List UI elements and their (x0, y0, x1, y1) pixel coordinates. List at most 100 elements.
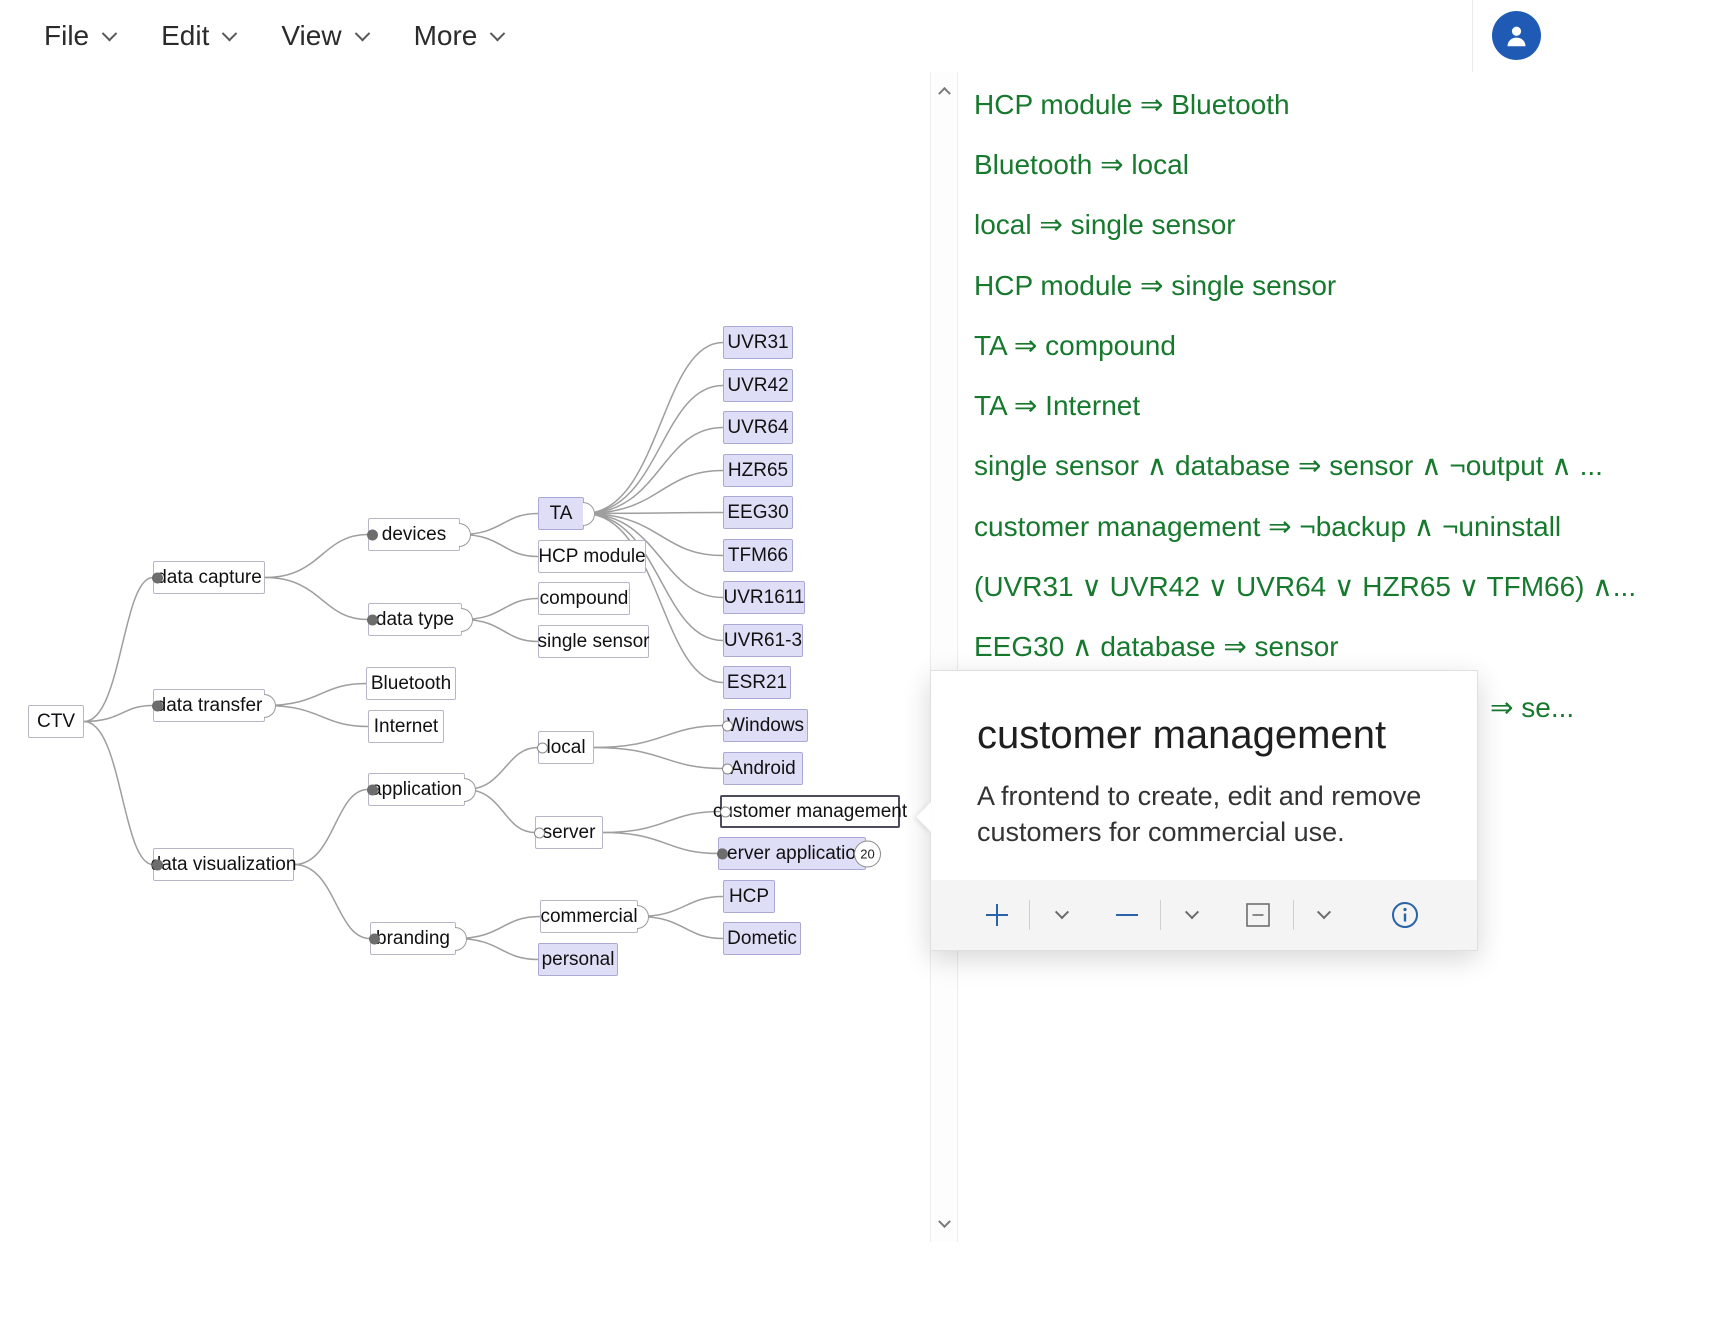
menu-more[interactable]: More (413, 20, 506, 52)
feature-node-branding[interactable]: branding (369, 922, 467, 955)
feature-label: CTV (37, 710, 75, 732)
feature-label: Windows (726, 714, 805, 736)
feature-node-data-visualization[interactable]: data visualization (150, 848, 297, 881)
edge-data-transfer-internet (264, 704, 369, 728)
feature-node-tfm66[interactable]: TFM66 (723, 539, 793, 572)
edge-server-customer-management (602, 810, 721, 834)
feature-node-server[interactable]: server (534, 816, 603, 849)
plus-icon (986, 904, 1008, 926)
info-icon (1392, 902, 1418, 928)
scroll-up-button[interactable] (931, 76, 957, 104)
feature-node-hzr65[interactable]: HZR65 (723, 454, 793, 487)
constraint-item[interactable]: customer management ⇒ ¬backup ∧ ¬uninsta… (974, 496, 1712, 556)
feature-node-devices[interactable]: devices (367, 518, 471, 551)
optional-icon (534, 827, 545, 838)
remove-feature-dropdown[interactable] (1161, 905, 1223, 920)
edge-branding-commercial (455, 915, 541, 940)
feature-label: UVR1611 (723, 586, 805, 608)
edge-ctv-data-transfer (83, 704, 154, 723)
remove-feature-button[interactable] (1094, 900, 1160, 930)
menu-edit[interactable]: Edit (161, 20, 238, 52)
feature-node-compound[interactable]: compound (538, 582, 630, 615)
edge-layer (83, 341, 724, 961)
feature-label: Dometic (727, 927, 797, 949)
info-button[interactable] (1379, 900, 1431, 930)
constraint-item[interactable]: local ⇒ single sensor (974, 195, 1712, 255)
feature-node-data-transfer[interactable]: data transfer (152, 689, 276, 722)
feature-label: application (371, 778, 462, 800)
user-avatar[interactable] (1492, 11, 1541, 60)
mandatory-icon (152, 572, 163, 583)
feature-node-windows[interactable]: Windows (722, 709, 808, 742)
feature-node-esr21[interactable]: ESR21 (723, 666, 791, 699)
collapse-dropdown[interactable] (1294, 905, 1354, 920)
feature-node-personal[interactable]: personal (538, 943, 618, 976)
feature-label: server application (717, 842, 867, 864)
feature-label: personal (541, 948, 615, 970)
feature-node-uvr1611[interactable]: UVR1611 (723, 581, 805, 614)
edge-server-server-application (602, 831, 719, 855)
add-feature-button[interactable] (965, 900, 1029, 930)
feature-label: UVR61-3 (723, 629, 803, 651)
edge-data-type-compound (461, 597, 539, 621)
feature-node-android[interactable]: Android (722, 752, 803, 785)
constraint-item[interactable]: EEG30 ∧ database ⇒ sensor (974, 617, 1712, 677)
feature-node-server-application[interactable]: server application 20 (717, 837, 881, 870)
edge-devices-ta (459, 512, 539, 536)
mandatory-icon (717, 848, 728, 859)
constraint-item[interactable]: TA ⇒ compound (974, 315, 1712, 375)
edge-data-visualization-application (293, 788, 369, 866)
feature-label: HCP module (538, 545, 646, 567)
collapsed-count-badge[interactable]: 20 (854, 840, 881, 867)
feature-label: TFM66 (727, 544, 789, 566)
feature-node-hcp[interactable]: HCP (723, 880, 775, 913)
feature-node-ctv[interactable]: CTV (28, 705, 84, 738)
feature-label: devices (381, 523, 447, 545)
edge-local-android (593, 746, 724, 770)
add-feature-dropdown[interactable] (1030, 905, 1094, 920)
feature-node-local[interactable]: local (537, 731, 594, 764)
feature-node-uvr42[interactable]: UVR42 (723, 369, 793, 402)
feature-node-uvr31[interactable]: UVR31 (723, 326, 793, 359)
diagram-canvas[interactable]: CTV data capture data transfer data visuali… (0, 72, 930, 1344)
feature-node-ta[interactable]: TA (538, 497, 595, 530)
edge-data-visualization-branding (293, 863, 371, 940)
constraint-item[interactable]: single sensor ∧ database ⇒ sensor ∧ ¬out… (974, 436, 1712, 496)
feature-label: customer management (712, 800, 908, 822)
edge-local-windows (593, 724, 724, 749)
tooltip-description: A frontend to create, edit and remove cu… (977, 781, 1422, 847)
menu-view[interactable]: View (281, 20, 370, 52)
feature-node-application[interactable]: application (367, 773, 476, 806)
constraint-item[interactable]: Bluetooth ⇒ local (974, 134, 1712, 194)
constraint-item[interactable]: TA ⇒ Internet (974, 375, 1712, 435)
scroll-down-button[interactable] (931, 1210, 957, 1238)
menu-file[interactable]: File (44, 20, 118, 52)
optional-icon (722, 720, 733, 731)
feature-node-internet[interactable]: Internet (368, 710, 444, 743)
edge-commercial-hcp (637, 895, 724, 918)
feature-node-bluetooth[interactable]: Bluetooth (366, 667, 456, 700)
collapse-button[interactable] (1223, 902, 1293, 928)
constraint-item[interactable]: (UVR31 ∨ UVR42 ∨ UVR64 ∨ HZR65 ∨ TFM66) … (974, 556, 1712, 616)
feature-node-eeg30[interactable]: EEG30 (723, 496, 793, 529)
feature-node-commercial[interactable]: commercial (540, 900, 649, 933)
feature-node-customer-management[interactable]: customer management (713, 795, 907, 828)
feature-node-uvr64[interactable]: UVR64 (723, 411, 793, 444)
edge-data-transfer-bluetooth (264, 682, 367, 707)
menu-file-label: File (44, 20, 90, 51)
constraint-item[interactable]: HCP module ⇒ single sensor (974, 255, 1712, 315)
chevron-down-icon (101, 25, 118, 41)
constraint-item[interactable]: HCP module ⇒ Bluetooth (974, 74, 1712, 134)
feature-node-hcp-module[interactable]: HCP module (538, 540, 646, 573)
feature-node-dometic[interactable]: Dometic (723, 922, 801, 955)
edge-data-capture-data-type (264, 576, 369, 621)
feature-label: data visualization (150, 853, 297, 875)
feature-node-data-capture[interactable]: data capture (152, 561, 265, 594)
menu-more-label: More (413, 20, 478, 51)
feature-node-data-type[interactable]: data type (367, 603, 473, 636)
edge-data-type-single-sensor (461, 618, 539, 643)
vertical-scrollbar[interactable] (930, 72, 958, 1242)
feature-label: UVR31 (727, 331, 789, 353)
feature-node-single-sensor[interactable]: single sensor (538, 625, 649, 658)
feature-node-uvr61-3[interactable]: UVR61-3 (723, 624, 803, 657)
